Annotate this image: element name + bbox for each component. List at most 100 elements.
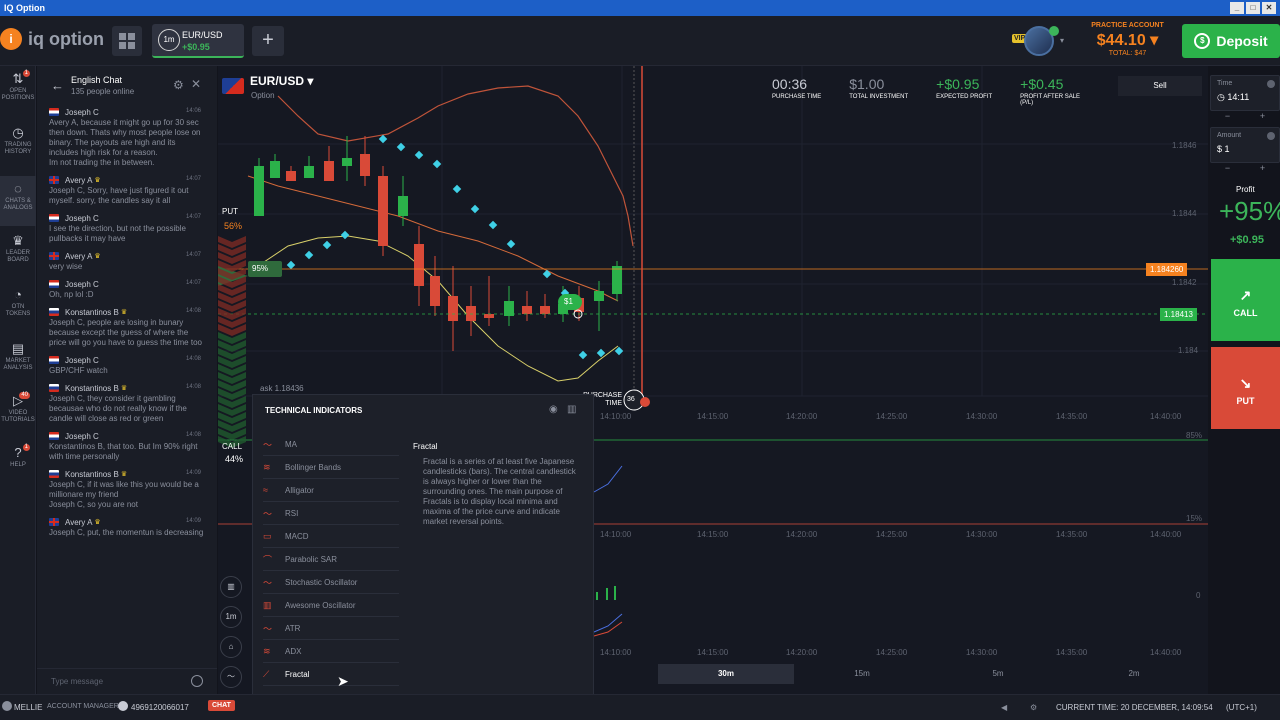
amount-field[interactable]: Amount $ 1 [1210,127,1280,163]
candle-body [466,306,476,321]
indicator-item[interactable]: ≋ ADX [263,640,399,663]
time-tick-label: 14:40:00 [1150,530,1182,539]
plus-button[interactable]: + [1260,111,1265,121]
eye-icon[interactable]: ◉ [549,404,558,415]
indicator-item[interactable]: ▥ Awesome Oscillator [263,594,399,617]
username[interactable]: MELLIE [14,703,42,712]
info-icon[interactable] [1267,80,1275,88]
window-title-bar: IQ Option _ □ ✕ [0,0,1280,16]
message-author[interactable]: Konstantinos B [65,470,119,479]
chat-message: Joseph C 14:08 GBP/CHF watch [49,354,215,376]
timeframe-option[interactable] [594,664,658,684]
put-button[interactable]: ↘ PUT [1211,347,1280,429]
candle-body [254,166,264,216]
message-time: 14:06 [185,108,201,114]
put-label: PUT [1236,396,1255,406]
indicator-item[interactable]: ≋ Bollinger Bands [263,456,399,479]
gear-icon[interactable]: ⚙ [173,78,184,92]
indicator-item[interactable]: 〜 RSI [263,502,399,525]
timeframe-option[interactable]: 5m [930,664,1066,684]
time-field[interactable]: Time ◷ 14:11 [1210,75,1280,111]
time-tick-label: 14:35:00 [1056,648,1088,657]
timezone: (UTC+1) [1226,703,1257,712]
indicator-item[interactable]: 〜 MA [263,433,399,456]
asset-tab-eurusd[interactable]: 1m EUR/USD +$0.95 [152,24,244,58]
mute-icon[interactable]: ◀ [1001,703,1007,712]
message-author[interactable]: Joseph C [65,214,99,223]
chat-input[interactable]: Type message [37,668,217,694]
fractal-marker [378,134,388,144]
chat-button[interactable]: CHAT [208,700,235,711]
message-author[interactable]: Konstantinos B [65,384,119,393]
indicators-button[interactable]: 〜 [220,666,242,688]
nav-help[interactable]: ? 1 HELP [0,444,36,469]
call-button[interactable]: ↗ CALL [1211,259,1280,341]
message-author[interactable]: Joseph C [65,356,99,365]
emoji-icon[interactable] [191,675,203,687]
minus-button[interactable]: − [1225,163,1230,173]
indicator-item[interactable]: ▭ MACD [263,525,399,548]
nav-otn-tokens[interactable]: ◔ OTN TOKENS [0,288,36,318]
message-text: Joseph C, put, the momentun is decreasin… [49,528,204,537]
panel-title: TECHNICAL INDICATORS [265,406,363,415]
flag-icon [49,470,59,478]
logo[interactable]: i iq option [0,28,104,50]
message-author[interactable]: Joseph C [65,432,99,441]
minus-button[interactable]: − [1225,111,1230,121]
back-icon[interactable]: ← [51,78,64,93]
timeframe-option[interactable]: 30m [658,664,794,684]
asset-selector[interactable]: EUR/USD ▾ [250,74,313,88]
nav-market-analysis[interactable]: ▤ MARKET ANALYSIS [0,342,36,372]
candle-timeframe-button[interactable]: 1m [220,606,242,628]
indicator-item[interactable]: ⟋ Fractal [263,663,399,686]
indicator-item[interactable]: 〜 Stochastic Oscillator [263,571,399,594]
time-tick-label: 14:35:00 [1056,412,1088,421]
chevron-down-icon[interactable]: ▾ [1060,36,1064,45]
nav-leaderboard[interactable]: ♛ LEADER BOARD [0,234,36,264]
nav-open-positions[interactable]: ⇅ 1 OPEN POSITIONS [0,70,36,102]
chart-type-button[interactable]: ▥ [220,576,242,598]
message-author[interactable]: Avery A [65,252,92,261]
time-tick-label: 14:20:00 [786,648,818,657]
nav-chats[interactable]: ◌ CHATS & ANALOGS [0,176,36,226]
nav-video-tutorials[interactable]: ▷ 40 VIDEO TUTORIALS [0,392,36,424]
close-icon[interactable]: ✕ [191,77,201,91]
close-window-button[interactable]: ✕ [1262,2,1276,14]
sell-button[interactable]: Sell [1118,76,1202,96]
fractal-markers [286,134,624,360]
plus-button[interactable]: + [1260,163,1265,173]
maximize-button[interactable]: □ [1246,2,1260,14]
trash-icon[interactable]: ▥ [567,404,576,415]
crown-icon: ♛ [94,253,101,260]
add-asset-button[interactable]: + [252,26,284,56]
crown-icon: ♛ [120,471,128,478]
info-icon[interactable] [1267,132,1275,140]
indicator-item[interactable]: ≈ Alligator [263,479,399,502]
time-tick-label: 14:15:00 [697,412,729,421]
bottom-bar: MELLIE ACCOUNT MANAGER 4969120066017 CHA… [0,694,1280,720]
profit-percent: +95% [1219,196,1280,226]
timeframe-option[interactable]: 15m [794,664,930,684]
account-selector[interactable]: PRACTICE ACCOUNT $44.10 ▾ TOTAL: $47 [1080,22,1175,57]
drawing-tools-button[interactable]: ⌂ [220,636,242,658]
timeframe-option[interactable]: 2m [1066,664,1202,684]
minimize-button[interactable]: _ [1230,2,1244,14]
indicator-item[interactable]: ⌒ Parabolic SAR [263,548,399,571]
deposit-button[interactable]: $ Deposit [1182,24,1280,58]
settings-icon[interactable]: ⚙ [1030,703,1037,712]
message-author[interactable]: Avery A [65,518,92,527]
message-author[interactable]: Joseph C [65,108,99,117]
message-author[interactable]: Joseph C [65,280,99,289]
message-author[interactable]: Konstantinos B [65,308,119,317]
indicator-item[interactable]: 〜 ATR [263,617,399,640]
chat-message: Joseph C 14:06 Avery A, because it might g… [49,106,215,168]
phone-number[interactable]: 4969120066017 [131,703,189,712]
current-time: CURRENT TIME: 20 DECEMBER, 14:09:54 [1056,703,1213,712]
analysis-icon: ▤ [11,341,25,356]
message-author[interactable]: Avery A [65,176,92,185]
indicator-desc-title: Fractal [413,442,438,451]
candle-body [414,244,424,286]
nav-trading-history[interactable]: ◷ TRADING HISTORY [0,126,36,156]
candle-body [484,314,494,318]
grid-layout-button[interactable] [112,26,142,56]
